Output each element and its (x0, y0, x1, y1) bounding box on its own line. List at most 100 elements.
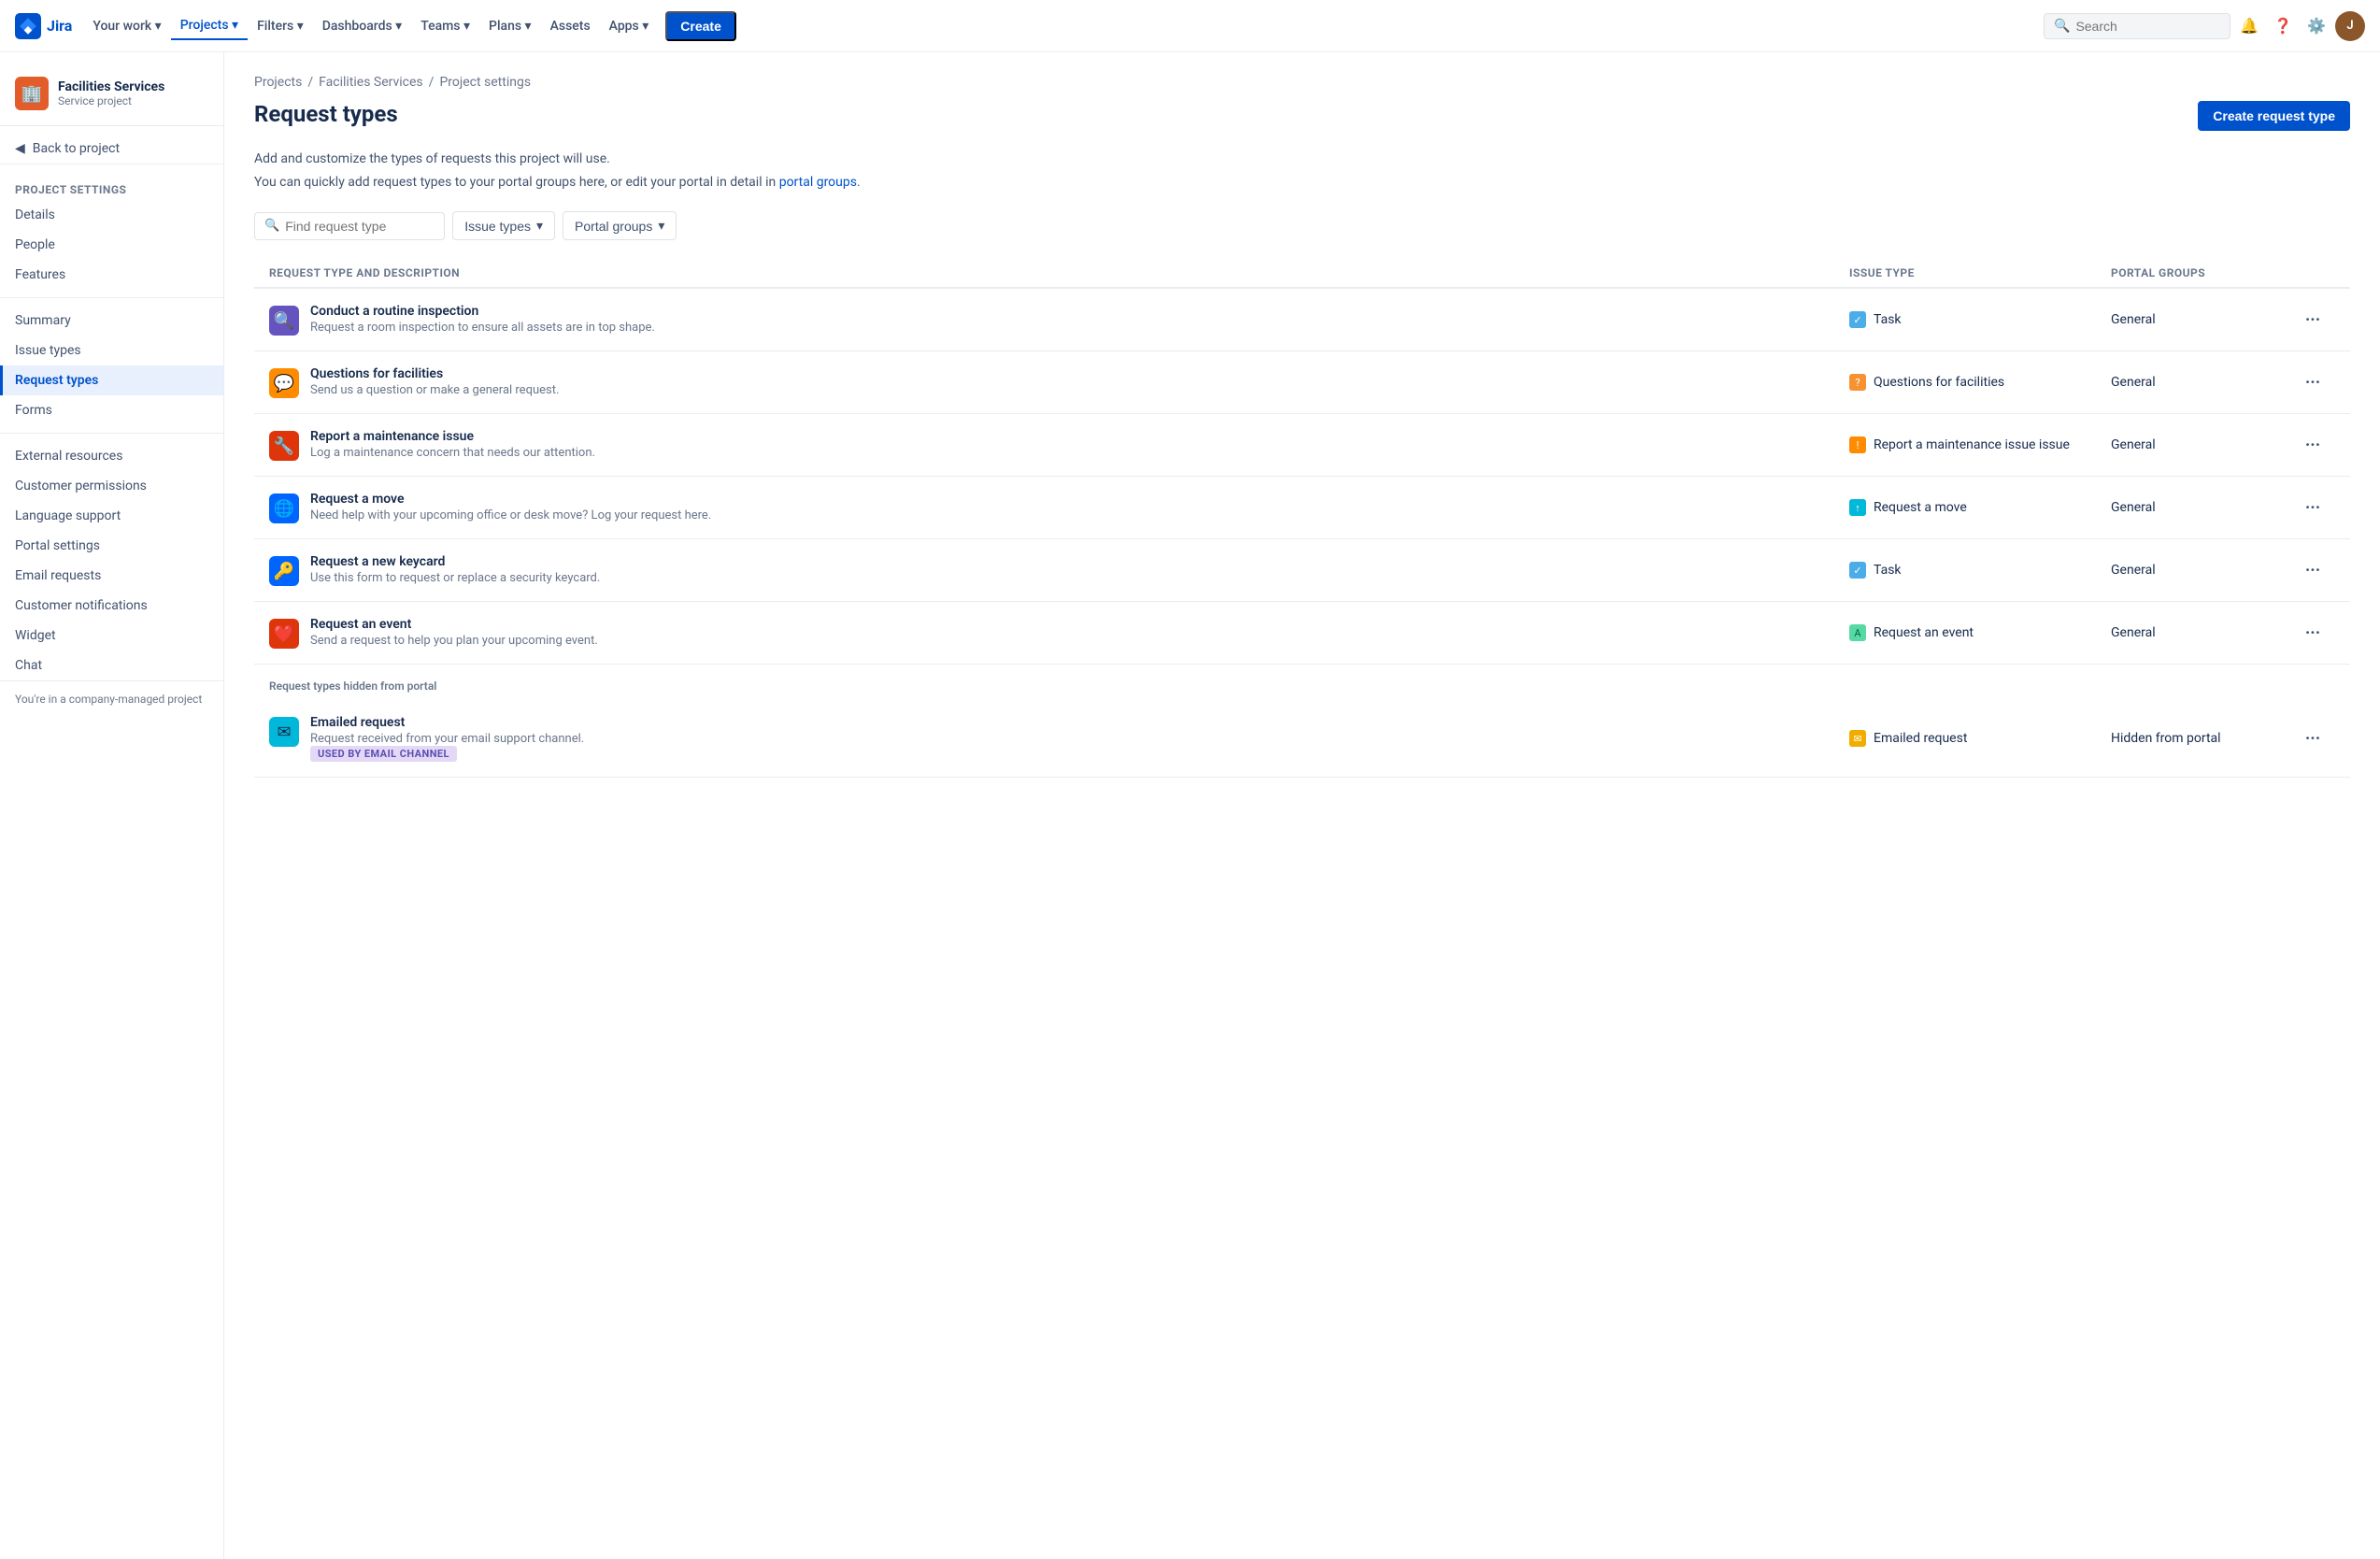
issue-type-label: Questions for facilities (1874, 375, 2004, 390)
page-header: Request types Create request type (254, 101, 2350, 131)
sidebar-item-forms[interactable]: Forms (0, 395, 223, 425)
issue-type-cell: ? Questions for facilities (1849, 374, 2111, 391)
sidebar-section-title: Project settings (0, 172, 223, 200)
request-type-name[interactable]: Request an event (310, 617, 598, 632)
request-type-icon: ✉ (269, 717, 299, 747)
issue-type-cell: ↑ Request a move (1849, 499, 2111, 516)
sidebar-item-request-types[interactable]: Request types (0, 365, 223, 395)
sidebar-item-language-support[interactable]: Language support (0, 501, 223, 531)
search-input[interactable] (2075, 19, 2206, 34)
request-type-desc: Use this form to request or replace a se… (310, 571, 600, 585)
sidebar-item-issue-types[interactable]: Issue types (0, 336, 223, 365)
chevron-down-icon-2: ▾ (658, 218, 664, 234)
issue-type-label: Request an event (1874, 625, 1974, 640)
nav-item-filters[interactable]: Filters ▾ (248, 13, 313, 39)
sidebar: 🏢 Facilities Services Service project ◀ … (0, 52, 224, 1559)
sidebar-item-chat[interactable]: Chat (0, 651, 223, 680)
sidebar-item-summary[interactable]: Summary (0, 306, 223, 336)
table-header: Request type and description Issue type … (254, 259, 2350, 289)
sidebar-project: 🏢 Facilities Services Service project (0, 67, 223, 126)
request-type-name[interactable]: Conduct a routine inspection (310, 304, 655, 319)
create-request-type-button[interactable]: Create request type (2198, 101, 2350, 131)
sidebar-divider-7 (0, 433, 223, 434)
request-cell-main: 💬 Questions for facilities Send us a que… (269, 366, 1849, 398)
issue-type-cell: A Request an event (1849, 624, 2111, 641)
issue-type-label: Emailed request (1874, 731, 1967, 746)
sidebar-item-people[interactable]: People (0, 230, 223, 260)
page-title: Request types (254, 101, 398, 127)
breadcrumb-projects[interactable]: Projects (254, 75, 302, 90)
sidebar-item-widget[interactable]: Widget (0, 621, 223, 651)
page-description-2: You can quickly add request types to you… (254, 173, 2350, 193)
request-type-name[interactable]: Emailed request (310, 715, 584, 730)
help-button[interactable]: ❓ (2268, 11, 2298, 41)
search-box[interactable]: 🔍 (2044, 13, 2230, 39)
request-type-icon: 🔑 (269, 556, 299, 586)
nav-item-plans[interactable]: Plans ▾ (479, 13, 541, 39)
more-options-button[interactable]: ··· (2298, 618, 2328, 648)
back-to-project[interactable]: ◀ Back to project (0, 134, 223, 164)
request-cell-main: 🔧 Report a maintenance issue Log a maint… (269, 429, 1849, 461)
issue-type-icon: ! (1849, 436, 1866, 453)
nav-item-dashboards[interactable]: Dashboards ▾ (313, 13, 411, 39)
issue-type-icon: ↑ (1849, 499, 1866, 516)
more-options-button[interactable]: ··· (2298, 305, 2328, 335)
breadcrumb-project-settings[interactable]: Project settings (439, 75, 531, 90)
jira-logo[interactable]: Jira (15, 13, 72, 39)
sidebar-item-customer-notifications[interactable]: Customer notifications (0, 591, 223, 621)
nav-item-your-work[interactable]: Your work ▾ (83, 13, 170, 39)
nav-item-assets[interactable]: Assets (541, 13, 600, 39)
find-request-type-search[interactable]: 🔍 (254, 212, 445, 240)
portal-groups-dropdown[interactable]: Portal groups ▾ (563, 211, 677, 240)
portal-groups-link[interactable]: portal groups (779, 175, 857, 190)
nav-item-teams[interactable]: Teams ▾ (411, 13, 479, 39)
sidebar-item-external-resources[interactable]: External resources (0, 441, 223, 471)
issue-type-cell: ✓ Task (1849, 311, 2111, 328)
project-type: Service project (58, 94, 164, 107)
request-type-icon: 🔍 (269, 306, 299, 336)
issue-type-label: Report a maintenance issue issue (1874, 437, 2070, 452)
sidebar-item-details[interactable]: Details (0, 200, 223, 230)
issue-type-label: Task (1874, 312, 1902, 327)
request-type-name[interactable]: Questions for facilities (310, 366, 559, 381)
request-type-desc: Need help with your upcoming office or d… (310, 508, 711, 522)
user-avatar[interactable]: J (2335, 11, 2365, 41)
more-options-button[interactable]: ··· (2298, 493, 2328, 522)
col-issue-type: Issue type (1849, 266, 2111, 279)
request-type-desc: Log a maintenance concern that needs our… (310, 446, 595, 460)
sidebar-item-email-requests[interactable]: Email requests (0, 561, 223, 591)
request-type-icon: 🔧 (269, 431, 299, 461)
issue-type-icon: ✉ (1849, 730, 1866, 747)
settings-button[interactable]: ⚙️ (2302, 11, 2331, 41)
request-type-name[interactable]: Report a maintenance issue (310, 429, 595, 444)
request-type-desc: Request a room inspection to ensure all … (310, 321, 655, 335)
more-options-button[interactable]: ··· (2298, 367, 2328, 397)
breadcrumb-facilities[interactable]: Facilities Services (319, 75, 423, 90)
request-type-desc: Send a request to help you plan your upc… (310, 634, 598, 648)
issue-type-icon: ? (1849, 374, 1866, 391)
more-options-button[interactable]: ··· (2298, 555, 2328, 585)
portal-group-cell: General (2111, 500, 2298, 515)
sidebar-item-customer-permissions[interactable]: Customer permissions (0, 471, 223, 501)
sidebar-item-portal-settings[interactable]: Portal settings (0, 531, 223, 561)
sidebar-item-features[interactable]: Features (0, 260, 223, 290)
table-row: ❤️ Request an event Send a request to he… (254, 602, 2350, 665)
table-row: 🌐 Request a move Need help with your upc… (254, 477, 2350, 539)
find-request-input[interactable] (285, 219, 435, 234)
more-options-button[interactable]: ··· (2298, 723, 2328, 753)
request-type-name[interactable]: Request a move (310, 492, 711, 507)
create-button[interactable]: Create (665, 11, 736, 41)
more-options-button[interactable]: ··· (2298, 430, 2328, 460)
table-row: 🔍 Conduct a routine inspection Request a… (254, 289, 2350, 351)
request-cell-main: 🔍 Conduct a routine inspection Request a… (269, 304, 1849, 336)
nav-item-projects[interactable]: Projects ▾ (171, 12, 248, 40)
issue-types-dropdown[interactable]: Issue types ▾ (452, 211, 555, 240)
back-label: Back to project (33, 141, 120, 156)
notifications-button[interactable]: 🔔 (2234, 11, 2264, 41)
portal-group-cell: General (2111, 375, 2298, 390)
email-channel-badge: USED BY EMAIL CHANNEL (310, 746, 457, 762)
page-description-1: Add and customize the types of requests … (254, 150, 2350, 169)
issue-type-icon: ✓ (1849, 311, 1866, 328)
request-type-name[interactable]: Request a new keycard (310, 554, 600, 569)
nav-item-apps[interactable]: Apps ▾ (600, 13, 659, 39)
